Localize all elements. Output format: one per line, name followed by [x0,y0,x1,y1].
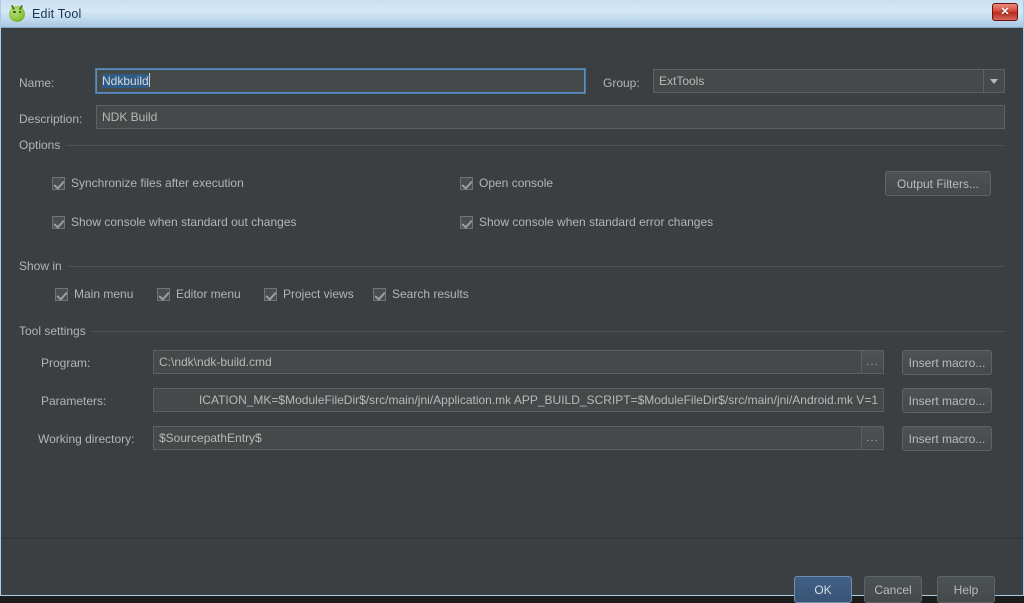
ok-button[interactable]: OK [794,576,852,603]
options-group-title: Options [19,138,61,152]
tool-settings-group-title: Tool settings [19,324,86,338]
tool-settings-group-header: Tool settings [19,324,1005,338]
checkbox-label: Editor menu [176,287,241,301]
program-browse-button[interactable]: ... [862,350,884,374]
name-label: Name: [19,76,55,90]
title-bar: Edit Tool ✕ [1,0,1023,28]
checkbox-icon [52,215,65,229]
window-title: Edit Tool [32,6,82,21]
checkbox-icon [264,287,277,301]
checkbox-icon [460,176,473,190]
checkbox-icon [55,287,68,301]
checkbox-label: Synchronize files after execution [71,176,244,190]
name-input[interactable]: Ndkbuild [95,68,586,94]
description-label: Description: [19,112,83,126]
working-directory-input[interactable]: $SourcepathEntry$ [153,426,862,450]
checkbox-project-views[interactable]: Project views [264,287,354,301]
checkbox-label: Show console when standard error changes [479,215,714,229]
footer-divider [1,538,1023,539]
checkbox-synchronize-files[interactable]: Synchronize files after execution [52,176,244,190]
checkbox-show-console-stderr[interactable]: Show console when standard error changes [460,215,713,229]
working-directory-insert-macro-button[interactable]: Insert macro... [902,426,992,451]
group-select[interactable]: ExtTools [653,69,1005,93]
checkbox-icon [373,287,386,301]
edit-tool-dialog: Edit Tool ✕ Name: Ndkbuild Group: ExtToo… [0,0,1024,603]
working-directory-browse-button[interactable]: ... [862,426,884,450]
checkbox-show-console-stdout[interactable]: Show console when standard out changes [52,215,297,229]
chevron-down-icon[interactable] [983,70,1004,92]
group-label: Group: [603,76,640,90]
checkbox-search-results[interactable]: Search results [373,287,469,301]
checkbox-label: Show console when standard out changes [71,215,297,229]
options-group-header: Options [19,138,1005,152]
android-tool-icon [9,5,25,22]
show-in-group-title: Show in [19,259,62,273]
working-directory-label: Working directory: [38,432,135,446]
close-icon[interactable]: ✕ [992,3,1018,21]
cancel-button[interactable]: Cancel [864,576,922,603]
group-divider [91,330,1005,332]
group-divider [67,265,1005,267]
show-in-group-header: Show in [19,259,1005,273]
checkbox-label: Search results [392,287,469,301]
output-filters-button[interactable]: Output Filters... [885,171,991,196]
description-input[interactable]: NDK Build [96,105,1005,129]
checkbox-main-menu[interactable]: Main menu [55,287,133,301]
checkbox-icon [460,215,473,229]
checkbox-editor-menu[interactable]: Editor menu [157,287,241,301]
group-select-value: ExtTools [659,74,705,88]
dialog-content: Name: Ndkbuild Group: ExtTools Descripti… [1,28,1023,603]
checkbox-label: Open console [479,176,554,190]
help-button[interactable]: Help [937,576,995,603]
program-insert-macro-button[interactable]: Insert macro... [902,350,992,375]
checkbox-label: Main menu [74,287,134,301]
parameters-label: Parameters: [41,394,107,408]
parameters-insert-macro-button[interactable]: Insert macro... [902,388,992,413]
name-input-value: Ndkbuild [102,74,149,88]
checkbox-open-console[interactable]: Open console [460,176,553,190]
checkbox-label: Project views [283,287,354,301]
text-caret [148,73,150,87]
parameters-input[interactable]: ICATION_MK=$ModuleFileDir$/src/main/jni/… [153,388,884,412]
group-divider [66,144,1005,146]
checkbox-icon [52,176,65,190]
checkbox-icon [157,287,170,301]
program-label: Program: [41,356,91,370]
program-input[interactable]: C:\ndk\ndk-build.cmd [153,350,862,374]
